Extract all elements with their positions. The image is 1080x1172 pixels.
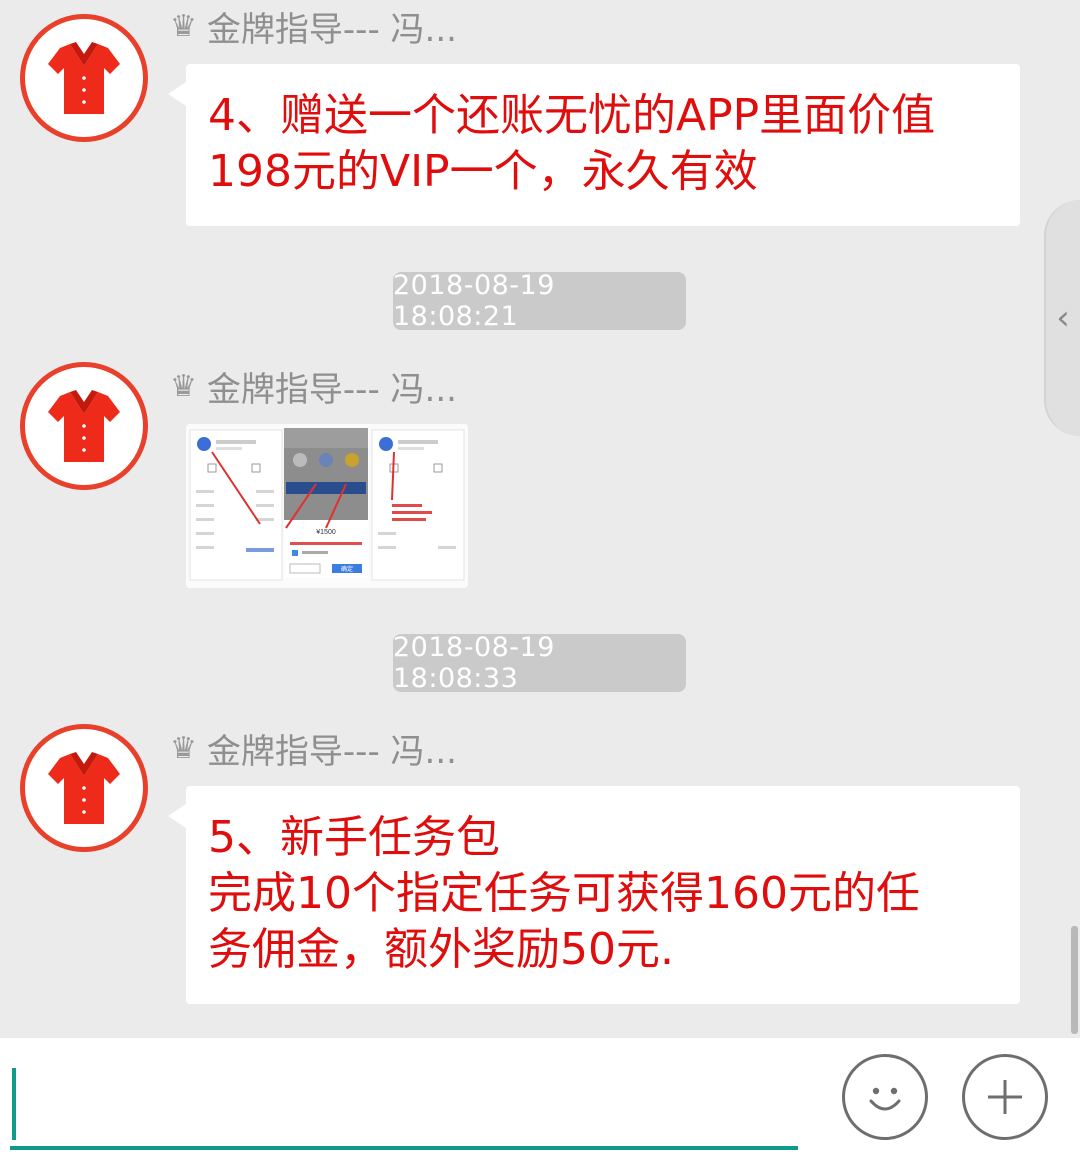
sender-avatar[interactable] [20, 14, 148, 142]
image-message[interactable]: ¥1500 确定 [186, 424, 468, 588]
thumbnail-amount: ¥1500 [316, 529, 336, 536]
timestamp: 2018-08-19 18:08:33 [393, 632, 686, 694]
plus-icon [988, 1080, 1022, 1114]
red-shirt-avatar-icon [48, 752, 120, 824]
red-shirt-avatar-icon [48, 390, 120, 462]
sender-name: ♛ 金牌指导--- 冯... [170, 730, 457, 772]
message-line: 5、新手任务包 [208, 812, 500, 863]
message-line: 完成10个指定任务可获得160元的任 [208, 868, 920, 919]
emoji-button[interactable] [842, 1054, 928, 1140]
crown-icon: ♛ [170, 8, 197, 44]
chevron-left-icon: ‹ [1056, 298, 1070, 338]
chat-area[interactable]: ♛ 金牌指导--- 冯... 4、赠送一个还账无忧的APP里面价值 198元的V… [0, 0, 1080, 1038]
sender-name: ♛ 金牌指导--- 冯... [170, 368, 457, 410]
message-line: 198元的VIP一个，永久有效 [208, 146, 758, 197]
message-bubble[interactable]: 4、赠送一个还账无忧的APP里面价值 198元的VIP一个，永久有效 [168, 64, 1020, 226]
sender-avatar[interactable] [20, 362, 148, 490]
sender-name: ♛ 金牌指导--- 冯... [170, 8, 457, 50]
message-input[interactable] [10, 1066, 798, 1150]
message-line: 务佣金，额外奖励50元. [208, 924, 674, 975]
timestamp: 2018-08-19 18:08:21 [393, 270, 686, 332]
smiley-icon [869, 1087, 901, 1111]
side-panel-tab[interactable]: ‹ [1044, 200, 1080, 436]
add-button[interactable] [962, 1054, 1048, 1140]
message-bubble[interactable]: 5、新手任务包 完成10个指定任务可获得160元的任 务佣金，额外奖励50元. [168, 786, 1020, 1004]
message-line: 4、赠送一个还账无忧的APP里面价值 [208, 90, 936, 141]
scrollbar[interactable] [1071, 926, 1078, 1034]
crown-icon: ♛ [170, 730, 197, 766]
crown-icon: ♛ [170, 368, 197, 404]
red-shirt-avatar-icon [48, 42, 120, 114]
sender-avatar[interactable] [20, 724, 148, 852]
thumbnail-button-label: 确定 [341, 565, 353, 573]
text-cursor [12, 1068, 16, 1140]
screenshot-thumbnail: ¥1500 确定 [186, 424, 468, 588]
